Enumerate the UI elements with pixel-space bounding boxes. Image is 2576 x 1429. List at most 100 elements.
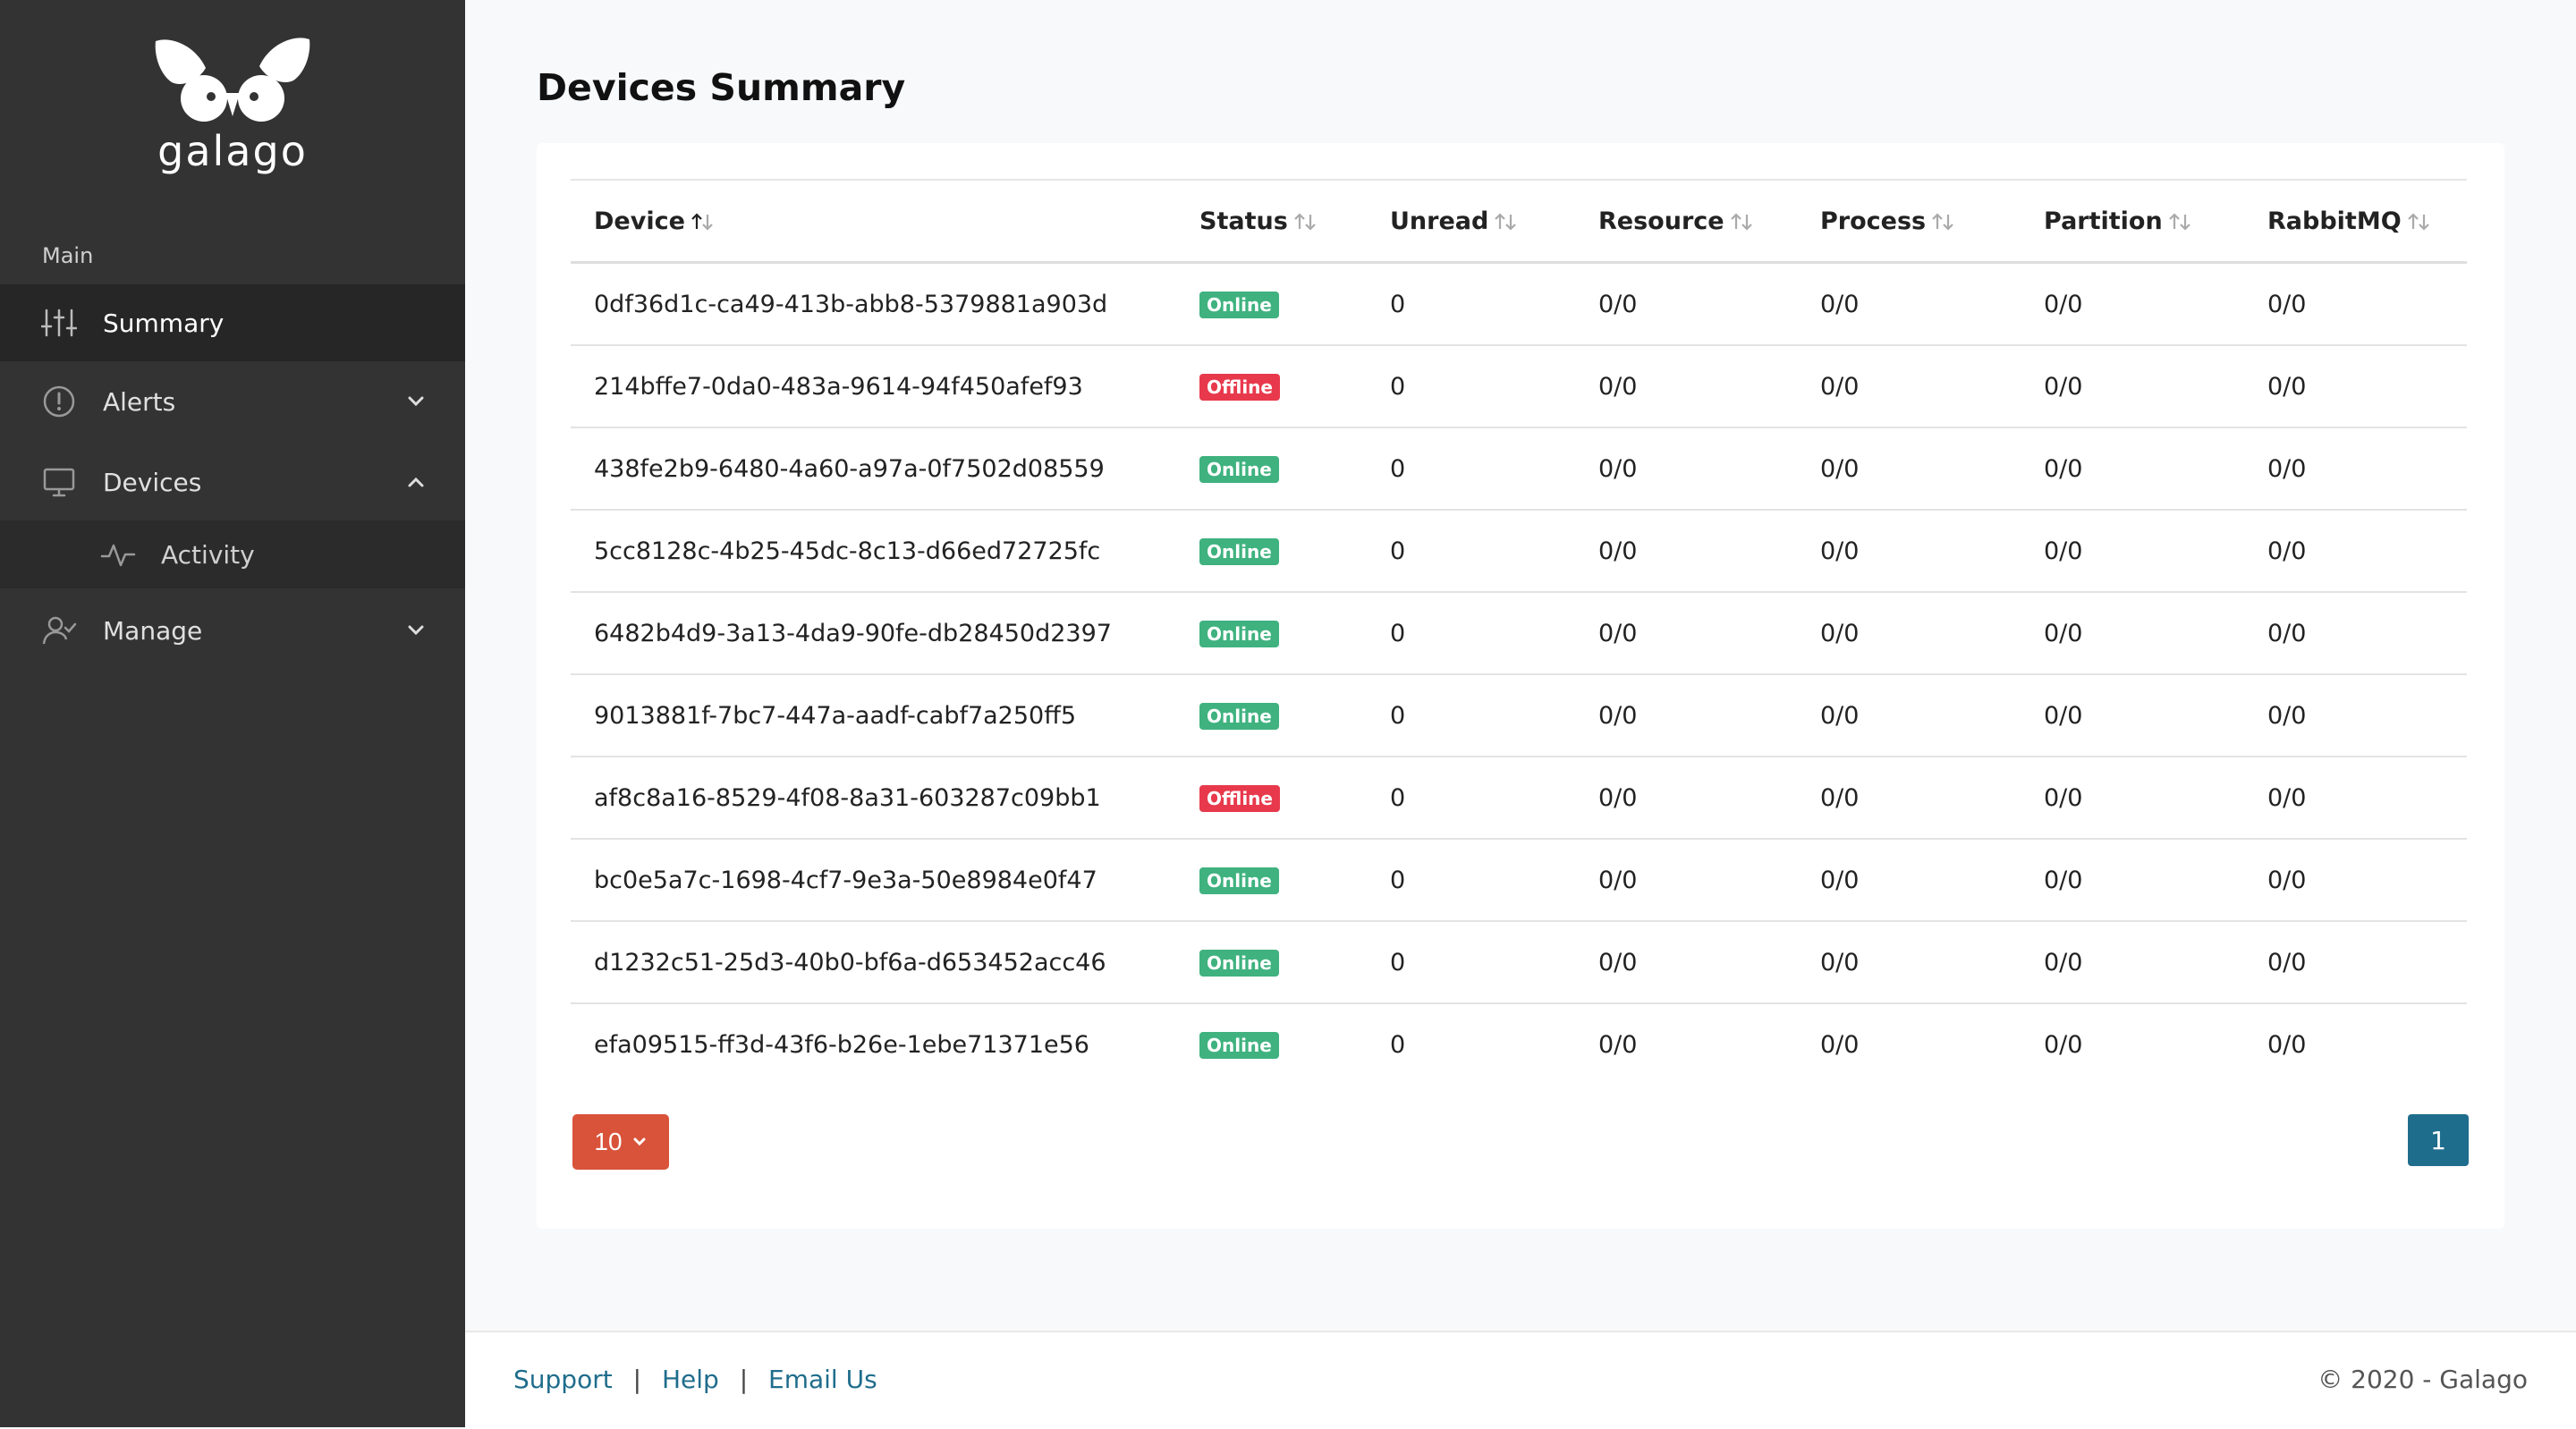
cell-unread: 0 [1367,510,1575,593]
cell-status: Online [1176,1003,1367,1085]
footer-links: Support | Help | Email Us [513,1365,877,1394]
cell-process: 0/0 [1797,592,2021,675]
sidebar-item-devices[interactable]: Devices [0,444,465,520]
table-row[interactable]: 214bffe7-0da0-483a-9614-94f450afef93 Offl… [571,345,2467,428]
cell-status: Online [1176,262,1367,346]
sort-icon[interactable] [1293,212,1317,232]
table-row[interactable]: 438fe2b9-6480-4a60-a97a-0f7502d08559 Onli… [571,427,2467,511]
column-header-rabbitmq[interactable]: RabbitMQ [2244,179,2467,264]
page-size-select[interactable]: 10 [572,1114,669,1170]
sidebar-item-summary[interactable]: Summary [0,284,465,361]
alert-circle-icon [43,385,75,418]
column-header-label: Process [1820,207,1927,235]
sidebar-item-label: Activity [161,539,255,570]
column-header-status[interactable]: Status [1176,179,1367,264]
cell-status: Offline [1176,345,1367,428]
cell-resource: 0/0 [1575,262,1797,346]
sidebar-item-alerts[interactable]: Alerts [0,363,465,440]
table-header-row: Device Status Unread Resource Process Partiti… [571,179,2467,264]
cell-rabbitmq: 0/0 [2244,262,2467,346]
sort-ascending-icon[interactable] [691,212,714,232]
table-row[interactable]: af8c8a16-8529-4f08-8a31-603287c09bb1 Offl… [571,757,2467,840]
cell-partition: 0/0 [2021,757,2244,840]
page-size-value: 10 [594,1128,623,1155]
cell-unread: 0 [1390,1030,1406,1059]
cell-unread: 0 [1367,674,1575,757]
cell-process: 0/0 [1797,921,2021,1004]
cell-resource: 0/0 [1575,839,1797,922]
column-header-process[interactable]: Process [1797,179,2021,264]
table-row[interactable]: efa09515-ff3d-43f6-b26e-1ebe71371e56 Onli… [571,1003,2467,1085]
column-header-device[interactable]: Device [571,179,1176,264]
cell-status: Online [1176,592,1367,675]
status-badge: Online [1199,1032,1279,1059]
cell-process: 0/0 [1797,674,2021,757]
cell-process: 0/0 [1797,839,2021,922]
status-badge: Offline [1199,374,1280,401]
sort-icon[interactable] [1494,212,1517,232]
cell-unread: 0 [1367,757,1575,840]
column-header-partition[interactable]: Partition [2021,179,2244,264]
sort-icon[interactable] [1730,212,1753,232]
sort-icon[interactable] [2407,212,2430,232]
email-us-link[interactable]: Email Us [768,1365,877,1394]
table-row[interactable]: 5cc8128c-4b25-45dc-8c13-d66ed72725fc Onli… [571,510,2467,593]
cell-resource: 0/0 [1575,510,1797,593]
sort-icon[interactable] [1931,212,1954,232]
table-row[interactable]: bc0e5a7c-1698-4cf7-9e3a-50e8984e0f47 Onli… [571,839,2467,922]
brand-name: galago [157,127,308,175]
cell-resource: 0/0 [1598,1030,1638,1059]
column-header-unread[interactable]: Unread [1367,179,1575,264]
column-header-label: Unread [1390,207,1489,235]
pagination-page-1[interactable]: 1 [2408,1114,2469,1166]
cell-rabbitmq: 0/0 [2244,345,2467,428]
status-badge: Online [1199,538,1279,565]
column-header-label: Resource [1598,207,1724,235]
cell-device: 438fe2b9-6480-4a60-a97a-0f7502d08559 [571,427,1176,511]
galago-logo[interactable]: galago [143,30,322,175]
cell-resource: 0/0 [1575,427,1797,511]
activity-icon [100,544,136,567]
cell-process: 0/0 [1820,1030,1860,1059]
table-row[interactable]: d1232c51-25d3-40b0-bf6a-d653452acc46 Onli… [571,921,2467,1004]
devices-table-card: Device Status Unread Resource Process Partiti… [537,143,2504,1229]
sidebar-item-label: Manage [103,615,203,646]
status-badge: Online [1199,292,1279,318]
cell-rabbitmq: 0/0 [2244,674,2467,757]
cell-status: Offline [1176,757,1367,840]
footer-separator: | [739,1365,749,1394]
cell-device: 5cc8128c-4b25-45dc-8c13-d66ed72725fc [571,510,1176,593]
copyright: © 2020 - Galago [2318,1365,2528,1394]
column-header-resource[interactable]: Resource [1575,179,1797,264]
sidebar-item-manage[interactable]: Manage [0,592,465,669]
cell-unread: 0 [1367,592,1575,675]
sidebar-item-label: Summary [103,308,225,338]
cell-status: Online [1176,839,1367,922]
status-badge: Online [1199,950,1279,977]
cell-resource: 0/0 [1575,921,1797,1004]
table-row[interactable]: 0df36d1c-ca49-413b-abb8-5379881a903d Onli… [571,262,2467,346]
sort-icon[interactable] [2168,212,2191,232]
chevron-down-icon [408,396,424,407]
status-badge: Online [1199,456,1279,483]
cell-rabbitmq: 0/0 [2244,921,2467,1004]
cell-rabbitmq: 0/0 [2244,510,2467,593]
sidebar-item-label: Alerts [103,386,176,417]
column-header-label: Partition [2044,207,2163,235]
cell-partition: 0/0 [2021,921,2244,1004]
support-link[interactable]: Support [513,1365,613,1394]
cell-rabbitmq: 0/0 [2244,427,2467,511]
cell-device: 9013881f-7bc7-447a-aadf-cabf7a250ff5 [571,674,1176,757]
cell-process: 0/0 [1797,757,2021,840]
cell-process: 0/0 [1797,427,2021,511]
table-row[interactable]: 6482b4d9-3a13-4da9-90fe-db28450d2397 Onli… [571,592,2467,675]
cell-partition: 0/0 [2021,839,2244,922]
cell-status: Online [1176,427,1367,511]
table-row[interactable]: 9013881f-7bc7-447a-aadf-cabf7a250ff5 Onli… [571,674,2467,757]
sidebar-subitem-activity[interactable]: Activity [0,520,465,588]
status-badge: Offline [1199,785,1280,812]
footer-separator: | [632,1365,642,1394]
status-badge: Online [1199,867,1279,894]
status-badge: Online [1199,703,1279,730]
help-link[interactable]: Help [662,1365,719,1394]
